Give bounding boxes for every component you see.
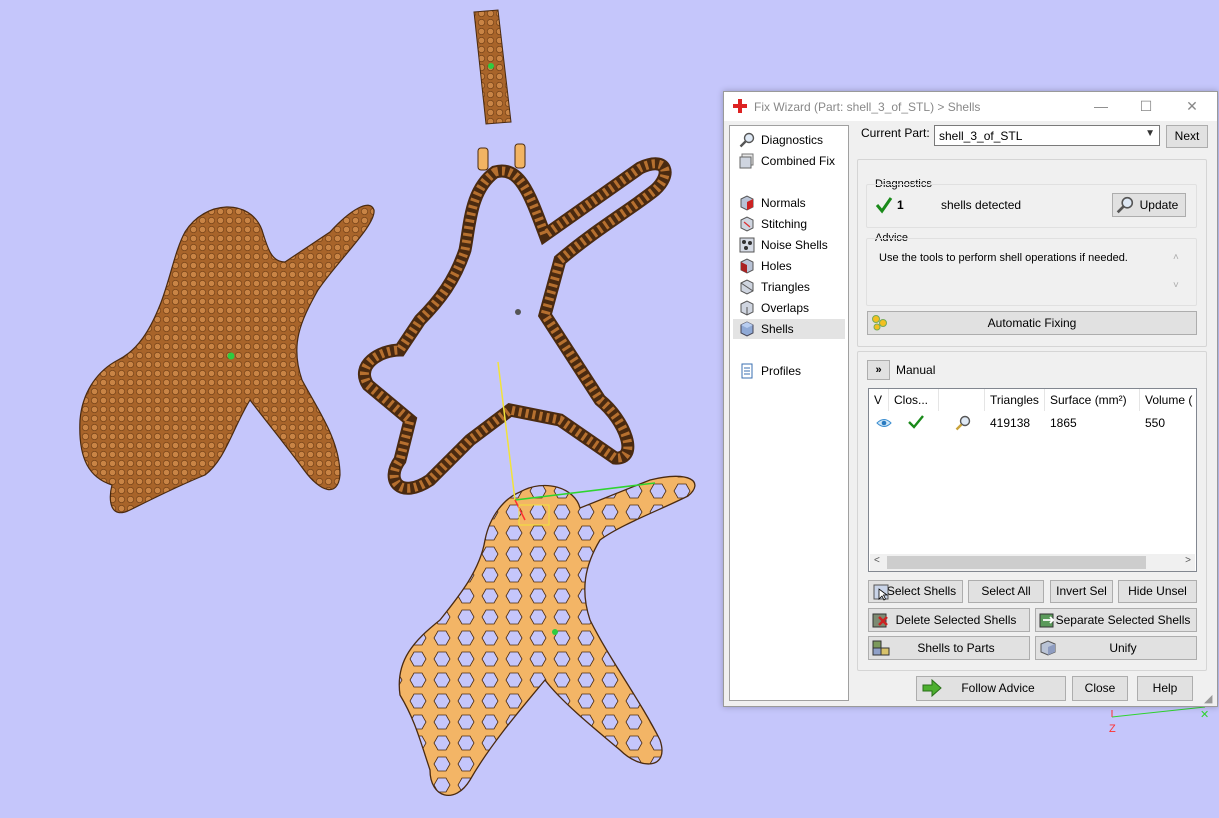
unify-cube-icon (1040, 640, 1056, 656)
axis-indicator: Z ✕ (1109, 706, 1209, 735)
flowers-icon (872, 315, 887, 331)
cell-triangles: 419138 (990, 416, 1031, 430)
fix-wizard-nav: Diagnostics Combined Fix Normals Stitchi… (729, 125, 849, 701)
nav-item-shells[interactable]: Shells (733, 319, 845, 339)
fix-wizard-dialog: Fix Wizard (Part: shell_3_of_STL) > Shel… (723, 91, 1218, 707)
nav-item-noise-shells[interactable]: Noise Shells (733, 235, 845, 255)
separate-selected-shells-label: Separate Selected Shells (1055, 613, 1191, 627)
select-shells-label: Select Shells (886, 584, 957, 598)
nav-item-combined-fix[interactable]: Combined Fix (733, 151, 845, 171)
arrow-right-icon (922, 679, 942, 697)
next-button[interactable]: Next (1166, 125, 1208, 148)
update-label: Update (1139, 198, 1179, 212)
follow-advice-button[interactable]: Follow Advice (916, 676, 1066, 701)
current-part-select[interactable]: shell_3_of_STL ▼ (934, 125, 1160, 146)
advice-box (866, 238, 1197, 306)
select-all-button[interactable]: Select All (968, 580, 1044, 603)
hide-unselected-button[interactable]: Hide Unsel (1118, 580, 1197, 603)
help-button[interactable]: Help (1137, 676, 1193, 701)
chevron-down-icon: ▼ (1145, 128, 1155, 139)
close-window-button[interactable]: ✕ (1177, 96, 1207, 116)
col-triangles[interactable]: Triangles (985, 389, 1045, 411)
normals-cube-icon (740, 195, 754, 211)
select-shells-icon (873, 584, 889, 601)
shells-to-parts-button[interactable]: Shells to Parts (868, 636, 1030, 660)
advice-scroll-up[interactable]: ˄ (1173, 252, 1179, 263)
stitching-cube-icon (740, 216, 754, 232)
scroll-left-icon[interactable]: < (874, 555, 880, 566)
bird-solid-part[interactable] (79, 204, 375, 514)
bird-honeycomb-part[interactable] (398, 475, 696, 796)
nav-item-normals[interactable]: Normals (733, 193, 845, 213)
advice-scroll-down[interactable]: ˅ (1173, 280, 1179, 291)
bail-part[interactable] (473, 9, 512, 125)
triangles-cube-icon (740, 279, 754, 295)
combined-fix-icon (739, 153, 754, 169)
nav-item-diagnostics[interactable]: Diagnostics (733, 130, 845, 150)
noise-shells-icon (739, 237, 755, 253)
holes-cube-icon (740, 258, 754, 274)
shells-cube-icon (740, 321, 754, 337)
unify-button[interactable]: Unify (1035, 636, 1197, 660)
col-surface[interactable]: Surface (mm²) (1045, 389, 1140, 411)
magnifier-icon (739, 132, 755, 148)
nav-item-stitching[interactable]: Stitching (733, 214, 845, 234)
resize-grip[interactable]: ◢ (1204, 692, 1212, 705)
overlaps-cube-icon (740, 300, 754, 316)
col-visible[interactable]: V (869, 389, 889, 411)
minimize-button[interactable]: — (1086, 96, 1116, 116)
nav-item-holes[interactable]: Holes (733, 256, 845, 276)
shells-table: V Clos... Triangles Surface (mm²) Volume… (868, 388, 1197, 572)
checkmark-icon (908, 415, 924, 429)
shells-to-parts-icon (872, 640, 890, 656)
checkmark-icon (875, 197, 893, 214)
follow-advice-label: Follow Advice (961, 681, 1035, 695)
shells-detected-text: shells detected (941, 198, 1022, 212)
update-button[interactable]: Update (1112, 193, 1186, 217)
red-cross-icon (733, 99, 747, 113)
bird-outline-part[interactable] (358, 143, 672, 495)
advice-text: Use the tools to perform shell operation… (879, 252, 1128, 264)
shells-to-parts-label: Shells to Parts (917, 641, 995, 655)
axis-x-mark: ✕ (1200, 709, 1209, 721)
delete-shells-icon (872, 613, 888, 628)
nav-item-triangles[interactable]: Triangles (733, 277, 845, 297)
nav-item-profiles[interactable]: Profiles (733, 361, 845, 381)
nav-item-overlaps[interactable]: Overlaps (733, 298, 845, 318)
document-icon (741, 363, 753, 379)
scroll-right-icon[interactable]: > (1185, 555, 1191, 566)
automatic-fixing-button[interactable]: Automatic Fixing (867, 311, 1197, 335)
automatic-fixing-label: Automatic Fixing (987, 316, 1077, 330)
collapse-manual-button[interactable]: » (867, 360, 890, 380)
current-part-value: shell_3_of_STL (939, 129, 1023, 143)
magnifier-icon[interactable] (955, 415, 971, 431)
maximize-button[interactable]: ☐ (1131, 96, 1161, 116)
unify-label: Unify (1109, 641, 1137, 655)
eye-icon[interactable] (876, 417, 892, 429)
window-title: Fix Wizard (Part: shell_3_of_STL) > Shel… (754, 100, 981, 114)
scroll-thumb[interactable] (887, 556, 1146, 569)
shell-count: 1 (897, 198, 904, 212)
col-volume[interactable]: Volume ( (1140, 389, 1196, 411)
delete-selected-shells-button[interactable]: Delete Selected Shells (868, 608, 1030, 632)
cell-surface: 1865 (1050, 416, 1077, 430)
col-inspect[interactable] (939, 389, 985, 411)
separate-shells-icon (1039, 613, 1055, 628)
title-bar[interactable]: Fix Wizard (Part: shell_3_of_STL) > Shel… (724, 92, 1217, 121)
manual-title: Manual (896, 363, 936, 377)
select-shells-button[interactable]: Select Shells (868, 580, 963, 603)
close-button[interactable]: Close (1072, 676, 1128, 701)
invert-selection-button[interactable]: Invert Sel (1050, 580, 1113, 603)
axis-z-label: Z (1109, 723, 1116, 735)
horizontal-scrollbar[interactable]: < > (870, 554, 1195, 571)
col-closed[interactable]: Clos... (889, 389, 939, 411)
separate-selected-shells-button[interactable]: Separate Selected Shells (1035, 608, 1197, 632)
magnifier-icon (1116, 196, 1134, 214)
current-part-label: Current Part: (861, 126, 930, 140)
delete-selected-shells-label: Delete Selected Shells (895, 613, 1017, 627)
cell-volume: 550 (1145, 416, 1166, 430)
